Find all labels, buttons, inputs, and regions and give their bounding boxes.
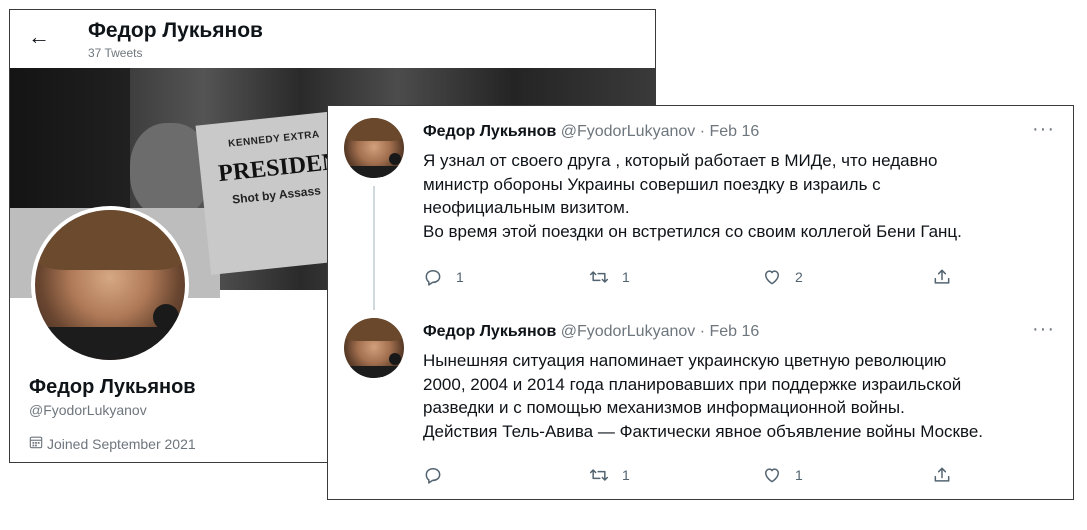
heart-icon xyxy=(765,468,779,483)
tweet-avatar[interactable] xyxy=(344,318,404,378)
tweet-actions: 1 1 xyxy=(423,463,1023,487)
share-button[interactable] xyxy=(932,265,952,289)
reply-icon xyxy=(425,270,441,286)
tweet-text-line: Нынешняя ситуация напоминает украинскую … xyxy=(423,351,947,370)
tweet-text: Нынешняя ситуация напоминает украинскую … xyxy=(423,349,1053,443)
retweet-count: 1 xyxy=(622,467,630,483)
retweet-count: 1 xyxy=(622,269,630,285)
retweet-button[interactable]: 1 xyxy=(589,463,630,487)
tweets-thread-card: Федор Лукьянов @FyodorLukyanov · Feb 16 … xyxy=(327,105,1074,500)
reply-icon xyxy=(425,468,441,484)
tweet-actions: 1 1 2 xyxy=(423,265,1023,289)
share-icon xyxy=(934,269,950,284)
header-profile-name: Федор Лукьянов xyxy=(88,19,263,42)
retweet-icon xyxy=(589,271,609,283)
thread-connector-line xyxy=(373,186,375,310)
tweet-text-line: Я узнал от своего друга , который работа… xyxy=(423,151,938,170)
tweet-meta[interactable]: @FyodorLukyanov · Feb 16 xyxy=(561,323,760,340)
like-button[interactable]: 1 xyxy=(762,463,803,487)
tweet-header: Федор Лукьянов @FyodorLukyanov · Feb 16 xyxy=(423,323,759,341)
profile-handle: @FyodorLukyanov xyxy=(29,402,147,418)
like-count: 2 xyxy=(795,269,803,285)
more-options-icon[interactable]: ··· xyxy=(1032,118,1055,141)
reply-count: 1 xyxy=(456,269,464,285)
tweet-avatar[interactable] xyxy=(344,118,404,178)
tweet-author-name[interactable]: Федор Лукьянов xyxy=(423,123,556,140)
back-arrow-icon[interactable]: ← xyxy=(28,24,50,50)
tweet-text-line: министр обороны Украины совершил поездку… xyxy=(423,174,881,194)
tweet-text: Я узнал от своего друга , который работа… xyxy=(423,149,1053,243)
retweet-button[interactable]: 1 xyxy=(589,265,630,289)
more-options-icon[interactable]: ··· xyxy=(1032,318,1055,341)
like-count: 1 xyxy=(795,467,803,483)
tweet-meta[interactable]: @FyodorLukyanov · Feb 16 xyxy=(561,123,760,140)
profile-name: Федор Лукьянов xyxy=(29,376,196,398)
share-icon xyxy=(934,467,950,482)
joined-date: Joined September 2021 xyxy=(47,436,196,452)
tweet-text-line: Во время этой поездки он встретился со с… xyxy=(423,221,962,241)
calendar-icon xyxy=(29,436,43,449)
tweet-text-line: неофициальным визитом. xyxy=(423,198,630,217)
profile-header: ← Федор Лукьянов 37 Tweets xyxy=(10,10,655,68)
like-button[interactable]: 2 xyxy=(762,265,803,289)
reply-button[interactable] xyxy=(423,463,456,487)
tweet-author-name[interactable]: Федор Лукьянов xyxy=(423,323,556,340)
heart-icon xyxy=(765,270,779,285)
tweet-header: Федор Лукьянов @FyodorLukyanov · Feb 16 xyxy=(423,123,759,141)
tweet-text-line: Действия Тель-Авива — Фактически явное о… xyxy=(423,421,984,441)
share-button[interactable] xyxy=(932,463,952,487)
profile-avatar[interactable] xyxy=(31,206,189,364)
tweet-text-line: 2000, 2004 и 2014 года планировавших при… xyxy=(423,374,962,394)
reply-button[interactable]: 1 xyxy=(423,265,464,289)
retweet-icon xyxy=(589,469,609,481)
tweet-text-line: разведки и с помощью механизмов информац… xyxy=(423,398,905,417)
tweet-count: 37 Tweets xyxy=(88,46,143,60)
